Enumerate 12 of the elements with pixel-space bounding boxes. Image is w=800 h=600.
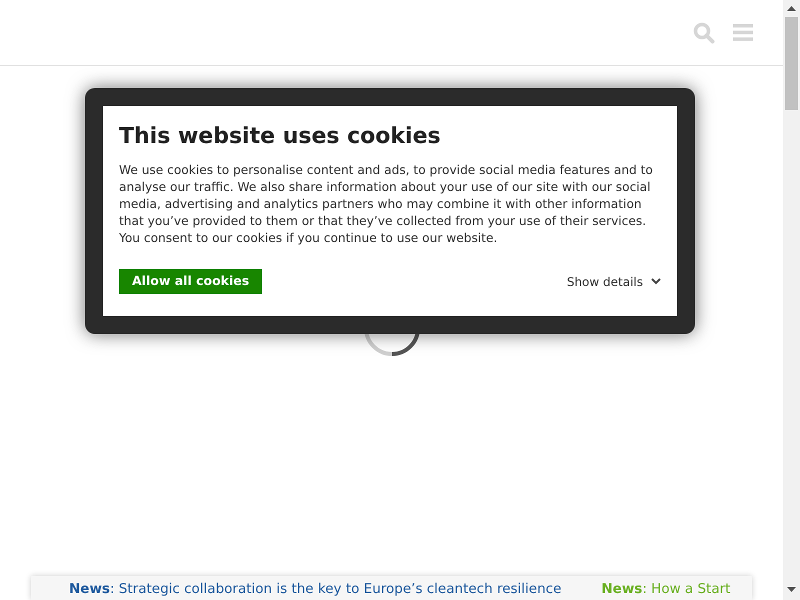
scrollbar-thumb[interactable] [785,17,798,110]
scroll-down-icon[interactable] [787,587,796,592]
search-icon[interactable] [693,22,715,44]
news-link[interactable]: News: Strategic collaboration is the key to Europe’s cleantech resilience [69,579,562,600]
cookie-notice-text: We use cookies to personalise content and ads, to provide social media features and to analyse our traffic. We also share information about your use of our site with our social media, advertising and analytics partners who may combine it with other information that you’ve provided to them or that they’ve collected from your use of their services. You consent to our cookies if you continue to use our website. [119,162,654,248]
chevron-down-icon [651,278,661,286]
show-details-link[interactable]: Show details [566,272,661,291]
scrollbar[interactable] [783,0,800,600]
dialog-title: This website uses cookies [119,124,442,150]
menu-icon[interactable] [733,24,753,41]
allow-cookies-button[interactable]: Allow all cookies [119,269,262,294]
scroll-up-icon[interactable] [787,6,796,11]
